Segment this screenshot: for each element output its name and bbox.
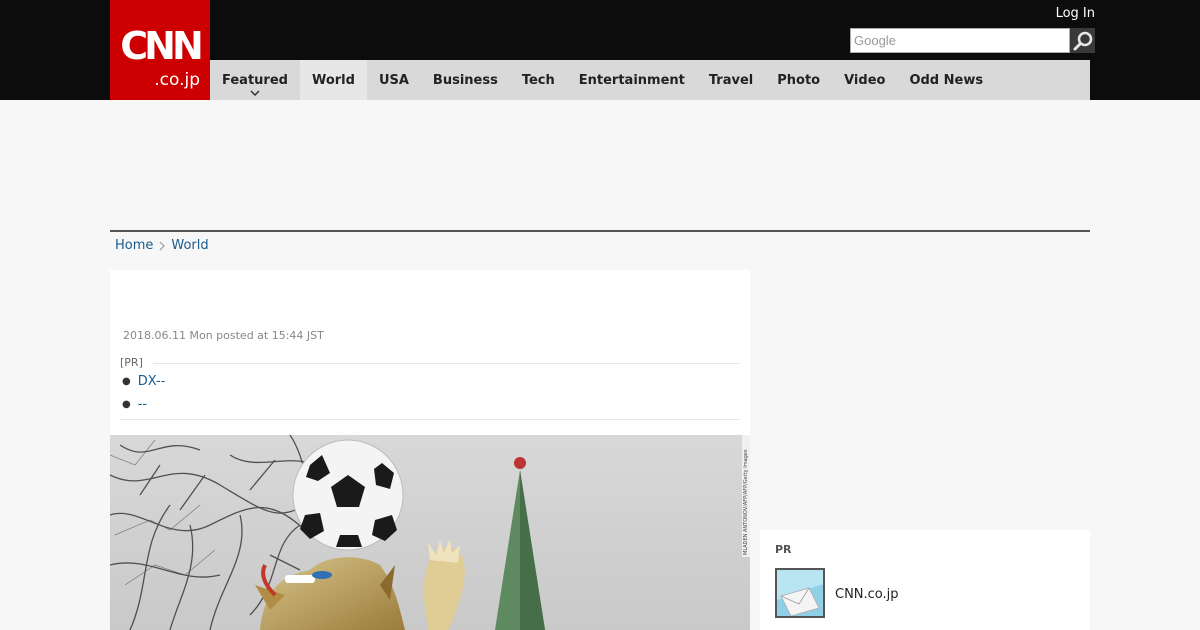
search-icon xyxy=(1073,31,1092,50)
sidebar-pr-link[interactable]: CNN.co.jp xyxy=(835,587,899,603)
nav-label: Photo xyxy=(777,72,821,88)
article-card: 2018.06.11 Mon posted at 15:44 JST [PR] … xyxy=(110,270,750,630)
nav-label: Travel xyxy=(708,72,754,88)
pr-list-item: ● -- xyxy=(122,397,740,413)
nav-label: Business xyxy=(432,72,498,88)
breadcrumb: Home World xyxy=(115,238,209,254)
nav-featured[interactable]: Featured xyxy=(210,60,300,100)
pr-link[interactable]: -- xyxy=(138,397,147,413)
nav-label: Odd News xyxy=(909,72,984,88)
chevron-right-icon xyxy=(159,241,166,251)
nav-label: Entertainment xyxy=(578,72,685,88)
sidebar-pr-label: PR xyxy=(775,543,792,556)
top-bar: CNN .co.jp Log In Featured World USA Bus… xyxy=(0,0,1200,100)
nav-world[interactable]: World xyxy=(299,60,367,100)
divider xyxy=(120,419,740,420)
bullet-icon: ● xyxy=(122,399,131,410)
logo-mark: CNN xyxy=(120,24,204,68)
photo-credit: MLADEN ANTONOV/AFP/AFP/Getty Images xyxy=(743,449,749,555)
pr-links-box: [PR] ● DX-- ● -- xyxy=(120,356,740,420)
nav-video[interactable]: Video xyxy=(832,60,897,100)
nav-odd-news[interactable]: Odd News xyxy=(897,60,995,100)
logo-domain: .co.jp xyxy=(154,70,200,90)
search-field[interactable] xyxy=(850,28,1070,53)
article-photo[interactable]: MLADEN ANTONOV/AFP/AFP/Getty Images xyxy=(110,435,750,630)
pr-thumbnail[interactable] xyxy=(775,568,825,618)
breadcrumb-home[interactable]: Home xyxy=(115,238,153,254)
login-link[interactable]: Log In xyxy=(1056,6,1095,22)
nav-travel[interactable]: Travel xyxy=(697,60,765,100)
sidebar-pr-card: PR CNN.co.jp xyxy=(760,530,1090,630)
search-button[interactable] xyxy=(1070,28,1095,53)
nav-label: Tech xyxy=(521,72,555,88)
nav-label: Featured xyxy=(222,72,288,88)
mascot-photo-image: MLADEN ANTONOV/AFP/AFP/Getty Images xyxy=(110,435,750,630)
nav-label: USA xyxy=(378,72,409,88)
article-date: 2018.06.11 Mon posted at 15:44 JST xyxy=(123,329,324,342)
pr-link[interactable]: DX-- xyxy=(138,374,166,390)
pr-label: [PR] xyxy=(120,356,143,369)
cnn-logo[interactable]: CNN .co.jp xyxy=(110,0,210,100)
pr-header: [PR] xyxy=(120,356,740,370)
envelope-icon xyxy=(777,570,823,616)
main-nav: Featured World USA Business Tech Enterta… xyxy=(210,60,1090,100)
pr-list-item: ● DX-- xyxy=(122,374,740,390)
nav-tech[interactable]: Tech xyxy=(510,60,567,100)
nav-usa[interactable]: USA xyxy=(367,60,421,100)
search-input[interactable] xyxy=(851,29,1069,52)
nav-entertainment[interactable]: Entertainment xyxy=(567,60,697,100)
ad-divider xyxy=(110,230,1090,232)
bullet-icon: ● xyxy=(122,376,131,387)
nav-photo[interactable]: Photo xyxy=(765,60,832,100)
nav-business[interactable]: Business xyxy=(421,60,510,100)
nav-label: World xyxy=(311,72,355,88)
nav-label: Video xyxy=(844,72,886,88)
breadcrumb-world[interactable]: World xyxy=(171,238,208,254)
chevron-down-icon xyxy=(250,90,260,96)
divider xyxy=(152,362,740,364)
